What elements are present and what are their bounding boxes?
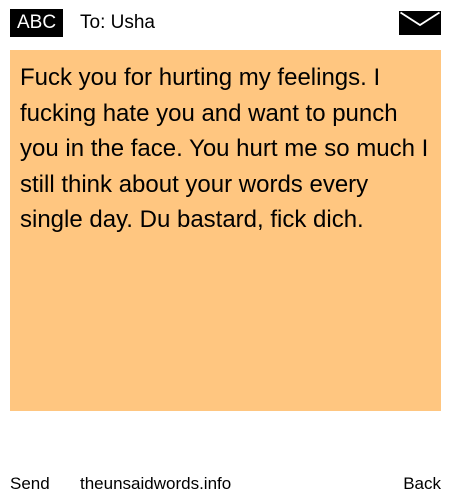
- input-mode-badge[interactable]: ABC: [10, 9, 64, 37]
- site-name: theunsaidwords.info: [80, 474, 232, 493]
- header: ABC To: Usha: [0, 0, 450, 44]
- send-button[interactable]: Send: [10, 470, 50, 498]
- envelope-icon: [399, 11, 441, 35]
- message-body[interactable]: Fuck you for hurting my feelings. I fuck…: [10, 50, 441, 411]
- recipient-field[interactable]: To: Usha: [80, 10, 155, 36]
- back-button[interactable]: Back: [403, 470, 441, 498]
- softkey-bar: Send theunsaidwords.info Back: [0, 470, 450, 498]
